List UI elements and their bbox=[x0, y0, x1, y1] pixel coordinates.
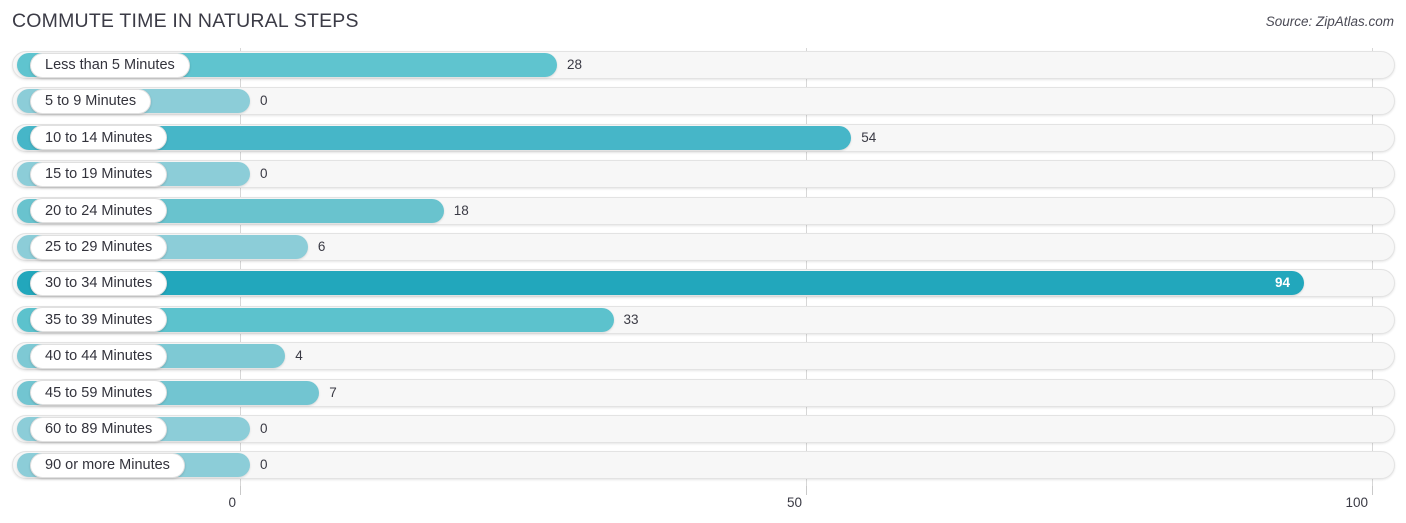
category-label: 90 or more Minutes bbox=[30, 452, 185, 478]
axis-tick-0 bbox=[240, 486, 241, 495]
axis-tick-label: 100 bbox=[1345, 495, 1368, 510]
category-label: 40 to 44 Minutes bbox=[30, 343, 168, 369]
category-label-text: 60 to 89 Minutes bbox=[45, 421, 153, 437]
axis-tick-label: 0 bbox=[228, 495, 236, 510]
source-attribution: Source: ZipAtlas.com bbox=[1265, 14, 1394, 29]
axis-tick-100 bbox=[1372, 486, 1373, 495]
category-label: 30 to 34 Minutes bbox=[30, 270, 168, 296]
bar-value-label: 6 bbox=[317, 239, 326, 254]
category-label-text: 40 to 44 Minutes bbox=[45, 348, 153, 365]
category-label-text: Less than 5 Minutes bbox=[45, 57, 175, 73]
chart-row[interactable]: 5 to 9 Minutes 0 bbox=[0, 84, 1406, 120]
category-label: 10 to 14 Minutes bbox=[30, 125, 168, 151]
bar-value-label: 0 bbox=[260, 457, 268, 473]
page-title: COMMUTE TIME IN NATURAL STEPS bbox=[12, 10, 359, 32]
chart-row[interactable]: 35 to 39 Minutes 33 bbox=[0, 303, 1406, 339]
bar-value-label: 0 bbox=[260, 166, 268, 182]
category-label-text: 10 to 14 Minutes bbox=[45, 129, 153, 146]
category-label-text: 5 to 9 Minutes bbox=[45, 93, 137, 110]
axis-tick-label: 50 bbox=[786, 495, 802, 510]
category-label: 25 to 29 Minutes bbox=[30, 234, 168, 260]
chart-row[interactable]: 30 to 34 Minutes 94 bbox=[0, 266, 1406, 302]
bar-chart: COMMUTE TIME IN NATURAL STEPS Source: Zi… bbox=[0, 0, 1406, 523]
bar-value-label: 7 bbox=[329, 384, 337, 400]
bar-value-label: 28 bbox=[566, 57, 582, 72]
category-label-text: 30 to 34 Minutes bbox=[45, 275, 153, 292]
bar-value-label: 18 bbox=[453, 202, 469, 218]
chart-row[interactable]: 20 to 24 Minutes 18 bbox=[0, 194, 1406, 230]
chart-row[interactable]: 25 to 29 Minutes 6 bbox=[0, 230, 1406, 266]
bar-value-label: 4 bbox=[295, 348, 303, 364]
plot-area: Less than 5 Minutes 28 5 to 9 Minutes 0 10 t… bbox=[0, 48, 1406, 486]
category-label-text: 45 to 59 Minutes bbox=[45, 384, 153, 401]
chart-row[interactable]: 45 to 59 Minutes 7 bbox=[0, 376, 1406, 412]
chart-row[interactable]: 10 to 14 Minutes 54 bbox=[0, 121, 1406, 157]
bar-value-label: 33 bbox=[623, 311, 639, 327]
chart-row[interactable]: Less than 5 Minutes 28 bbox=[0, 48, 1406, 84]
bar-value-label: 0 bbox=[260, 93, 268, 109]
category-label-text: 15 to 19 Minutes bbox=[45, 166, 153, 183]
category-label: 15 to 19 Minutes bbox=[30, 161, 168, 187]
chart-row[interactable]: 40 to 44 Minutes 4 bbox=[0, 339, 1406, 375]
chart-row[interactable]: 90 or more Minutes 0 bbox=[0, 448, 1406, 484]
bar-value-label: 0 bbox=[260, 421, 268, 436]
category-label: 45 to 59 Minutes bbox=[30, 380, 168, 406]
x-axis: 0 50 100 bbox=[0, 486, 1406, 523]
category-label-text: 20 to 24 Minutes bbox=[45, 202, 153, 219]
category-label-text: 90 or more Minutes bbox=[45, 457, 170, 474]
category-label: 35 to 39 Minutes bbox=[30, 307, 168, 333]
category-label: Less than 5 Minutes bbox=[30, 52, 190, 78]
category-label: 5 to 9 Minutes bbox=[30, 88, 152, 114]
category-label-text: 35 to 39 Minutes bbox=[45, 311, 153, 328]
category-label: 60 to 89 Minutes bbox=[30, 416, 168, 442]
chart-row[interactable]: 60 to 89 Minutes 0 bbox=[0, 412, 1406, 448]
axis-tick-50 bbox=[806, 486, 807, 495]
bar-value-label: 94 bbox=[1275, 275, 1291, 291]
category-label: 20 to 24 Minutes bbox=[30, 198, 168, 224]
bar-value-label: 54 bbox=[861, 129, 877, 145]
chart-row[interactable]: 15 to 19 Minutes 0 bbox=[0, 157, 1406, 193]
category-label-text: 25 to 29 Minutes bbox=[45, 239, 153, 255]
bar[interactable] bbox=[17, 271, 1305, 296]
